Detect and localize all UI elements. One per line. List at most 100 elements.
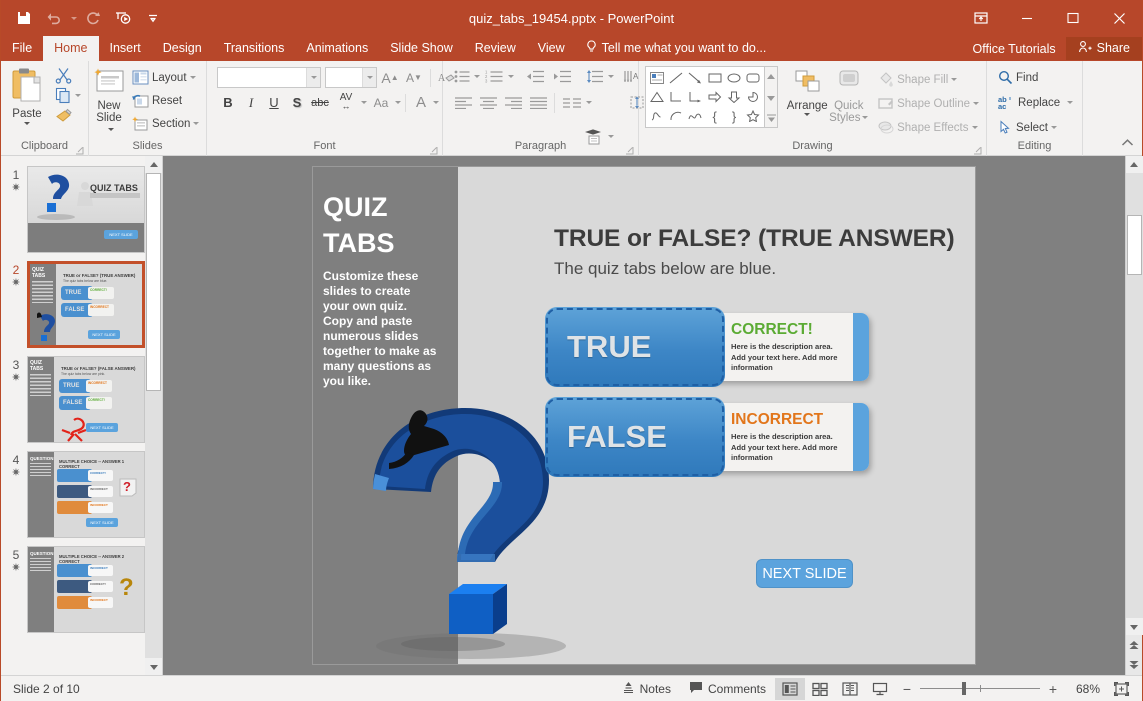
undo-icon[interactable] — [39, 4, 69, 32]
copy-button[interactable] — [52, 86, 84, 105]
numbering-dropdown-icon[interactable] — [508, 75, 514, 78]
tab-slide-show[interactable]: Slide Show — [379, 36, 464, 61]
layout-dropdown-icon[interactable] — [190, 76, 196, 79]
replace-dropdown-icon[interactable] — [1067, 101, 1073, 104]
shape-down-arrow-icon[interactable] — [724, 87, 743, 106]
slide-heading[interactable]: TRUE or FALSE? (TRUE ANSWER) — [554, 225, 955, 253]
normal-view-button[interactable] — [775, 678, 805, 700]
tab-animations[interactable]: Animations — [295, 36, 379, 61]
answer-tab-true[interactable]: TRUE — [545, 307, 725, 387]
shape-curve-icon[interactable] — [686, 107, 705, 126]
character-spacing-button[interactable]: AV↔ — [332, 92, 360, 113]
shape-triangle-icon[interactable] — [647, 87, 666, 106]
tell-me-box[interactable]: Tell me what you want to do... — [576, 36, 777, 61]
answer-row-false[interactable]: INCORRECT Here is the description area. … — [545, 397, 870, 477]
columns-dropdown-icon[interactable] — [586, 101, 592, 104]
columns-button[interactable] — [559, 92, 585, 113]
slide-thumbnail[interactable]: QUESTION MULTIPLE CHOICE -- ANSWER 1 COR… — [27, 451, 145, 538]
text-shadow-button[interactable]: S — [286, 92, 308, 113]
tab-view[interactable]: View — [527, 36, 576, 61]
zoom-out-button[interactable]: − — [901, 681, 913, 697]
tab-insert[interactable]: Insert — [99, 36, 152, 61]
decrease-indent-button[interactable] — [522, 66, 548, 87]
shape-textbox-icon[interactable] — [647, 68, 666, 87]
font-size-dropdown-icon[interactable] — [362, 68, 376, 87]
zoom-control[interactable]: − + 68% — [895, 681, 1106, 697]
start-presentation-icon[interactable] — [108, 4, 138, 32]
scroll-up-button[interactable] — [1126, 156, 1143, 173]
redo-icon[interactable] — [78, 4, 108, 32]
shape-right-brace-icon[interactable]: } — [724, 107, 743, 126]
shape-rounded-rectangle-icon[interactable] — [744, 68, 763, 87]
slide-thumbnail[interactable]: QUIZTABS TRUE or FALSE? (FALSE ANSWER) T… — [27, 356, 145, 443]
smartart-dropdown-icon[interactable] — [608, 135, 614, 138]
replace-button[interactable]: abac Replace — [995, 92, 1076, 113]
increase-font-size-button[interactable]: A▲ — [379, 67, 401, 88]
undo-dropdown-icon[interactable] — [69, 4, 78, 32]
strikethrough-button[interactable]: abc — [309, 92, 331, 113]
current-slide[interactable]: QUIZ TABS Customize these slides to crea… — [313, 167, 975, 664]
comments-button[interactable]: Comments — [680, 678, 775, 700]
shape-elbow-arrow-icon[interactable] — [686, 87, 705, 106]
select-button[interactable]: Select — [995, 117, 1060, 138]
gallery-more-icon[interactable] — [767, 111, 776, 125]
list-item[interactable]: 2 ✷ QUIZTABS — [1, 257, 162, 352]
thumbnail-scroll-up-button[interactable] — [145, 156, 162, 173]
thumbnail-panel-scrollbar[interactable] — [145, 156, 162, 675]
arrange-button[interactable]: Arrange — [786, 66, 828, 116]
share-button[interactable]: Share — [1066, 37, 1142, 60]
shape-arc-icon[interactable] — [666, 107, 685, 126]
tab-review[interactable]: Review — [464, 36, 527, 61]
italic-button[interactable]: I — [240, 92, 262, 113]
shape-elbow-connector-icon[interactable] — [666, 87, 685, 106]
bold-button[interactable]: B — [217, 92, 239, 113]
underline-button[interactable]: U — [263, 92, 285, 113]
copy-dropdown-icon[interactable] — [75, 94, 81, 97]
shape-fill-button[interactable]: Shape Fill — [875, 69, 982, 90]
font-name-combobox[interactable] — [217, 67, 321, 88]
slide-sorter-view-button[interactable] — [805, 678, 835, 700]
list-item[interactable]: 5 ✷ QUESTION MULTIPLE CHOICE -- ANSWER 2… — [1, 542, 162, 637]
layout-button[interactable]: Layout — [129, 67, 202, 88]
office-tutorials-link[interactable]: Office Tutorials — [963, 42, 1066, 56]
zoom-slider-thumb[interactable] — [962, 682, 966, 695]
align-left-button[interactable] — [451, 92, 475, 113]
shape-outline-button[interactable]: Shape Outline — [875, 93, 982, 114]
shape-oval-icon[interactable] — [724, 68, 743, 87]
slide-thumbnail[interactable]: QUIZTABS TRUE or FALSE? (TRUE ANSWER) Th… — [27, 261, 145, 348]
find-button[interactable]: Find — [995, 67, 1041, 88]
next-slide-nav-button[interactable] — [1126, 655, 1143, 675]
scroll-thumb[interactable] — [1127, 215, 1142, 275]
answer-description-panel-false[interactable]: INCORRECT Here is the description area. … — [709, 403, 869, 471]
align-right-button[interactable] — [501, 92, 525, 113]
select-dropdown-icon[interactable] — [1051, 126, 1057, 129]
maximize-icon[interactable] — [1050, 0, 1096, 36]
answer-row-true[interactable]: CORRECT! Here is the description area. A… — [545, 307, 870, 387]
format-painter-button[interactable] — [52, 106, 84, 125]
quick-styles-button[interactable]: Quick Styles — [828, 66, 869, 124]
thumbnail-scroll-track[interactable] — [145, 173, 162, 658]
shape-star-icon[interactable] — [744, 107, 763, 126]
notes-button[interactable]: Notes — [613, 678, 680, 700]
slide-thumbnail[interactable]: QUIZ TABS NEXT SLIDE — [27, 166, 145, 253]
slide-subheading[interactable]: The quiz tabs below are blue. — [554, 259, 776, 279]
bullets-dropdown-icon[interactable] — [474, 75, 480, 78]
gallery-scroll-up-icon[interactable] — [767, 69, 775, 83]
justify-button[interactable] — [526, 92, 550, 113]
reading-view-button[interactable] — [835, 678, 865, 700]
save-icon[interactable] — [9, 4, 39, 32]
shapes-gallery[interactable]: { } — [645, 66, 778, 128]
arrange-dropdown-icon[interactable] — [804, 113, 810, 116]
list-item[interactable]: 4 ✷ QUESTION MULTIPLE CHOICE -- ANSWER 1… — [1, 447, 162, 542]
tab-transitions[interactable]: Transitions — [213, 36, 296, 61]
gallery-scroll-down-icon[interactable] — [767, 90, 775, 104]
scroll-track[interactable] — [1126, 173, 1143, 618]
answer-description-panel-true[interactable]: CORRECT! Here is the description area. A… — [709, 313, 869, 381]
font-color-button[interactable]: A — [410, 92, 432, 113]
reset-button[interactable]: Reset — [129, 90, 202, 111]
customize-qat-icon[interactable] — [138, 4, 168, 32]
cut-button[interactable] — [52, 66, 84, 85]
zoom-in-button[interactable]: + — [1047, 681, 1059, 697]
paste-dropdown-icon[interactable] — [24, 122, 30, 125]
character-spacing-dropdown-icon[interactable] — [361, 101, 367, 104]
